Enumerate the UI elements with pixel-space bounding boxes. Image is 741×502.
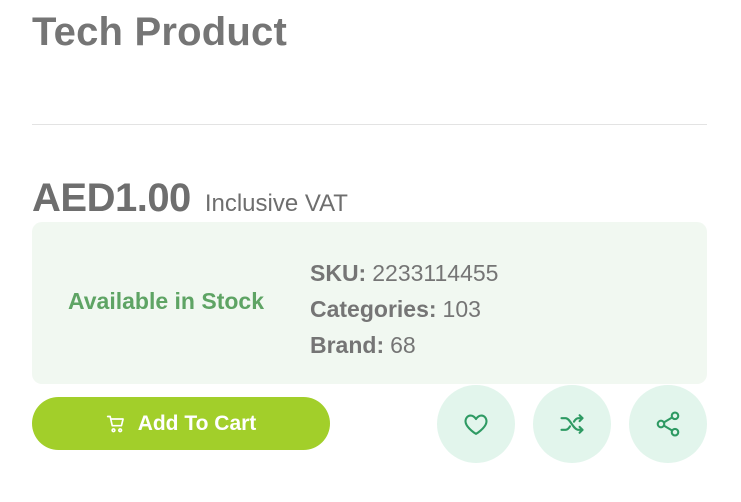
shuffle-icon — [560, 414, 584, 434]
brand-value: 68 — [390, 332, 416, 358]
categories-label: Categories: — [310, 296, 437, 322]
sku-label: SKU: — [310, 260, 367, 286]
price-row: AED1.00 Inclusive VAT — [32, 176, 348, 221]
share-icon — [656, 411, 680, 437]
cart-icon — [106, 414, 126, 434]
divider — [32, 124, 707, 125]
product-price: AED1.00 — [32, 176, 191, 220]
vat-note: Inclusive VAT — [204, 190, 348, 217]
heart-icon — [464, 414, 488, 435]
product-detail-panel: Tech Product AED1.00 Inclusive VAT Avail… — [0, 0, 741, 502]
wishlist-button[interactable] — [437, 385, 515, 463]
share-button[interactable] — [629, 385, 707, 463]
sku-row: SKU: 2233114455 — [310, 255, 498, 291]
brand-row: Brand: 68 — [310, 327, 498, 363]
add-to-cart-label: Add To Cart — [137, 411, 257, 435]
stock-info-box: Available in Stock SKU: 2233114455 Catego… — [32, 222, 707, 384]
categories-row: Categories: 103 — [310, 291, 498, 327]
add-to-cart-button[interactable]: Add To Cart — [32, 397, 330, 450]
product-meta: SKU: 2233114455 Categories: 103 Brand: 68 — [310, 255, 498, 363]
sku-value: 2233114455 — [372, 260, 499, 286]
categories-value: 103 — [442, 296, 481, 322]
brand-label: Brand: — [310, 332, 385, 358]
product-title: Tech Product — [32, 10, 288, 54]
stock-status: Available in Stock — [68, 288, 264, 314]
compare-button[interactable] — [533, 385, 611, 463]
